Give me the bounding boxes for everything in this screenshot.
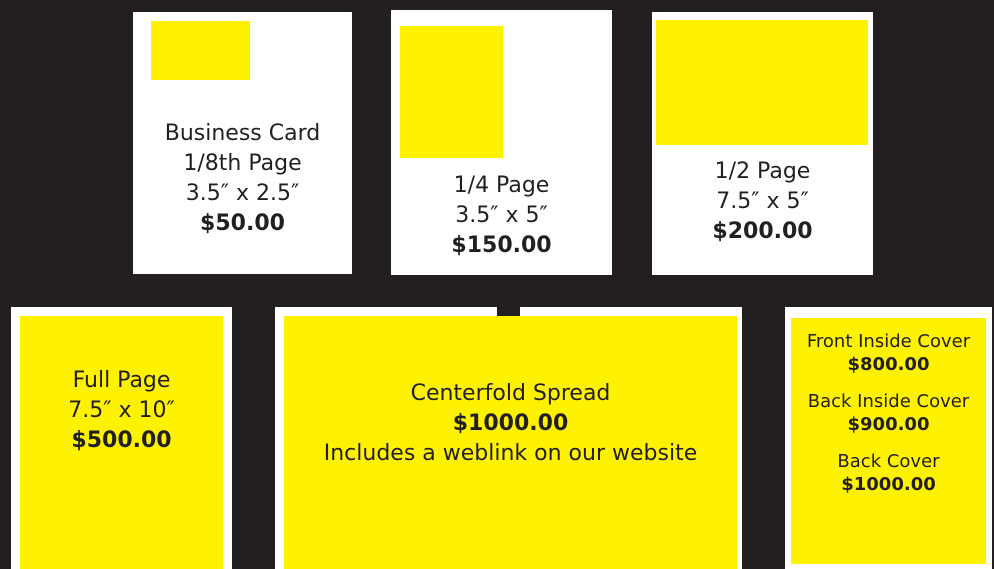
business-card-size: 3.5″ x 2.5″ bbox=[185, 181, 300, 206]
centerfold-ad-text: Centerfold Spread $1000.00 Includes a we… bbox=[284, 379, 737, 469]
business-card-title: Business Card bbox=[164, 121, 321, 146]
full-page-price: $500.00 bbox=[71, 428, 172, 453]
front-inside-cover-option: Front Inside Cover $800.00 bbox=[789, 330, 988, 376]
quarter-page-ad-text: 1/4 Page 3.5″ x 5″ $150.00 bbox=[391, 171, 612, 261]
full-page-ad-text: Full Page 7.5″ x 10″ $500.00 bbox=[11, 366, 232, 456]
centerfold-price: $1000.00 bbox=[452, 411, 569, 436]
centerfold-title: Centerfold Spread bbox=[410, 381, 611, 406]
quarter-page-ad-swatch bbox=[400, 26, 503, 158]
business-card-subtitle: 1/8th Page bbox=[183, 151, 302, 176]
back-inside-cover-option: Back Inside Cover $900.00 bbox=[789, 390, 988, 436]
back-cover-option: Back Cover $1000.00 bbox=[789, 450, 988, 496]
back-cover-price: $1000.00 bbox=[841, 474, 936, 495]
back-inside-cover-label: Back Inside Cover bbox=[807, 391, 970, 412]
covers-ad-text: Front Inside Cover $800.00 Back Inside C… bbox=[789, 330, 988, 510]
full-page-title: Full Page bbox=[72, 368, 171, 393]
quarter-page-title: 1/4 Page bbox=[453, 173, 550, 198]
full-page-size: 7.5″ x 10″ bbox=[68, 398, 175, 423]
business-card-ad-swatch bbox=[151, 21, 250, 80]
half-page-ad-swatch bbox=[656, 20, 868, 145]
centerfold-note: Includes a weblink on our website bbox=[323, 441, 698, 466]
quarter-page-size: 3.5″ x 5″ bbox=[455, 203, 548, 228]
front-inside-cover-label: Front Inside Cover bbox=[806, 331, 971, 352]
quarter-page-price: $150.00 bbox=[451, 233, 552, 258]
half-page-ad-text: 1/2 Page 7.5″ x 5″ $200.00 bbox=[652, 157, 873, 247]
back-cover-label: Back Cover bbox=[837, 451, 940, 472]
business-card-price: $50.00 bbox=[200, 211, 285, 236]
half-page-title: 1/2 Page bbox=[714, 159, 811, 184]
back-inside-cover-price: $900.00 bbox=[847, 414, 930, 435]
front-inside-cover-price: $800.00 bbox=[847, 354, 930, 375]
half-page-size: 7.5″ x 5″ bbox=[716, 189, 809, 214]
half-page-price: $200.00 bbox=[712, 219, 813, 244]
business-card-ad-text: Business Card 1/8th Page 3.5″ x 2.5″ $50… bbox=[133, 119, 352, 239]
